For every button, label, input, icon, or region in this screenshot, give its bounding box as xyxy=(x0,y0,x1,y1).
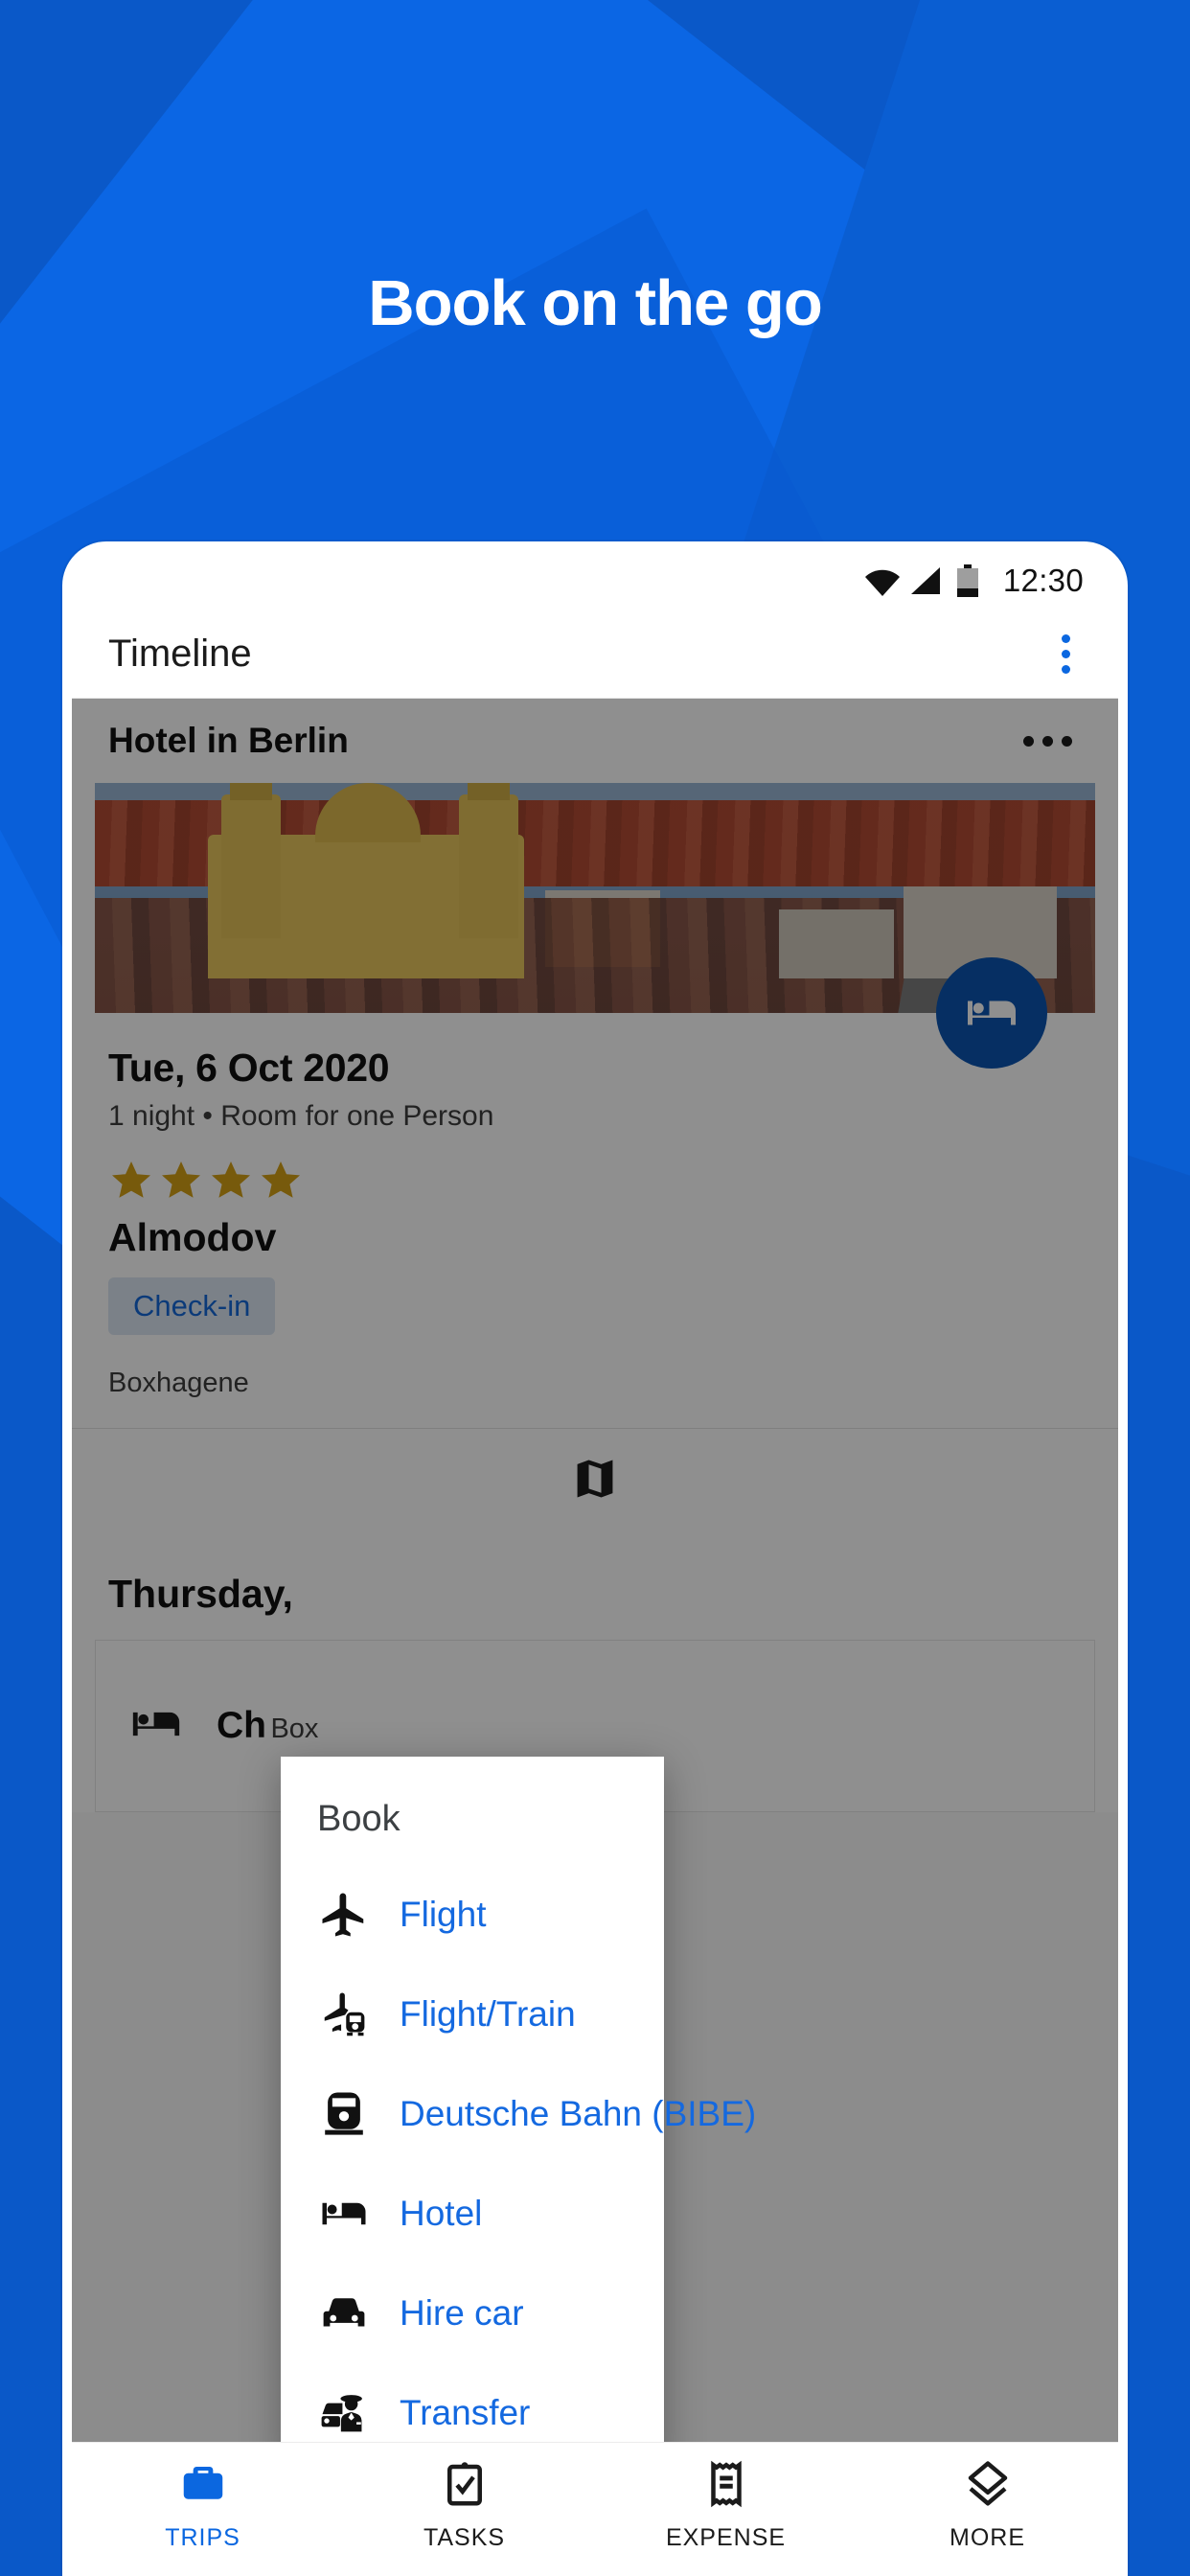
hotel-bed-icon xyxy=(317,2187,371,2241)
page-title: Timeline xyxy=(108,632,252,675)
dialog-item-flight-train[interactable]: Flight/Train xyxy=(281,1965,664,2064)
phone-screen: 12:30 Timeline Hotel in Berlin Tue, 6 Oc… xyxy=(72,551,1118,2566)
nav-item-expense[interactable]: EXPENSE xyxy=(595,2458,857,2552)
nav-label: TRIPS xyxy=(165,2523,240,2551)
dialog-item-label: Deutsche Bahn (BIBE) xyxy=(400,2094,757,2133)
trip-date: Tue, 6 Oct 2020 xyxy=(108,1046,390,1090)
nav-item-trips[interactable]: TRIPS xyxy=(72,2458,333,2552)
dialog-item-hotel[interactable]: Hotel xyxy=(281,2164,664,2264)
timeline-item-subtitle: Box xyxy=(270,1714,319,1744)
airplane-train-icon xyxy=(317,1988,371,2041)
hotel-bed-icon xyxy=(128,1696,184,1757)
dialog-item-label: Transfer xyxy=(400,2393,531,2432)
hotel-photo xyxy=(95,783,1095,1013)
trip-card-actions xyxy=(72,1428,1118,1533)
dialog-title: Book xyxy=(317,1799,400,1839)
dialog-item-deutsche-bahn[interactable]: Deutsche Bahn (BIBE) xyxy=(281,2064,756,2164)
airplane-icon xyxy=(317,1888,371,1942)
train-icon xyxy=(317,2087,371,2141)
map-icon[interactable] xyxy=(570,1454,620,1508)
clipboard-check-icon xyxy=(439,2458,491,2515)
dialog-item-label: Flight xyxy=(400,1895,487,1934)
app-bar: Timeline xyxy=(72,610,1118,699)
trip-card-header: Hotel in Berlin xyxy=(72,699,1118,783)
trip-card-title: Hotel in Berlin xyxy=(108,721,349,760)
receipt-icon xyxy=(700,2458,752,2515)
phone-mockup: 12:30 Timeline Hotel in Berlin Tue, 6 Oc… xyxy=(62,541,1128,2576)
kebab-menu-icon[interactable] xyxy=(1050,627,1082,681)
day-section-title: Thursday, xyxy=(108,1572,293,1616)
signal-icon xyxy=(909,566,942,595)
star-rating xyxy=(108,1158,1082,1204)
status-bar: 12:30 xyxy=(72,551,1118,610)
dialog-item-label: Flight/Train xyxy=(400,1994,576,2034)
dialog-item-label: Hire car xyxy=(400,2293,524,2333)
timeline-item-text: Ch Box xyxy=(217,1705,318,1747)
wifi-icon xyxy=(863,568,900,596)
nav-item-tasks[interactable]: TASKS xyxy=(333,2458,595,2552)
timeline-item-title: Ch xyxy=(217,1705,266,1746)
dialog-item-label: Hotel xyxy=(400,2194,483,2233)
briefcase-icon xyxy=(177,2458,229,2515)
trip-details: 1 night • Room for one Person xyxy=(108,1100,494,1132)
more-horizontal-icon[interactable] xyxy=(1014,726,1082,756)
nav-item-more[interactable]: MORE xyxy=(857,2458,1118,2552)
layers-icon xyxy=(962,2458,1014,2515)
car-icon xyxy=(317,2287,371,2340)
hotel-address: Boxhagene xyxy=(108,1368,249,1398)
chauffeur-icon xyxy=(317,2386,371,2440)
trip-card-body: Tue, 6 Oct 2020 1 night • Room for one P… xyxy=(72,1013,1118,1399)
promo-headline: Book on the go xyxy=(368,267,823,339)
bottom-navigation: TRIPS TASKS EXPENSE MORE xyxy=(72,2442,1118,2566)
hotel-bed-icon[interactable] xyxy=(936,957,1047,1069)
dialog-item-flight[interactable]: Flight xyxy=(281,1865,664,1965)
status-time: 12:30 xyxy=(1002,563,1084,598)
nav-label: EXPENSE xyxy=(665,2523,787,2551)
nav-label: MORE xyxy=(950,2523,1025,2551)
battery-icon xyxy=(955,564,980,597)
check-in-chip[interactable]: Check-in xyxy=(108,1277,276,1335)
book-dialog: Book Flight Flight/Train Deutsche Bahn (… xyxy=(281,1757,756,2463)
dialog-item-hire-car[interactable]: Hire car xyxy=(281,2264,664,2363)
trip-card-hotel[interactable]: Hotel in Berlin Tue, 6 Oct 2020 1 night … xyxy=(72,699,1118,1812)
hotel-name: Almodov xyxy=(108,1215,277,1259)
nav-label: TASKS xyxy=(423,2523,506,2551)
